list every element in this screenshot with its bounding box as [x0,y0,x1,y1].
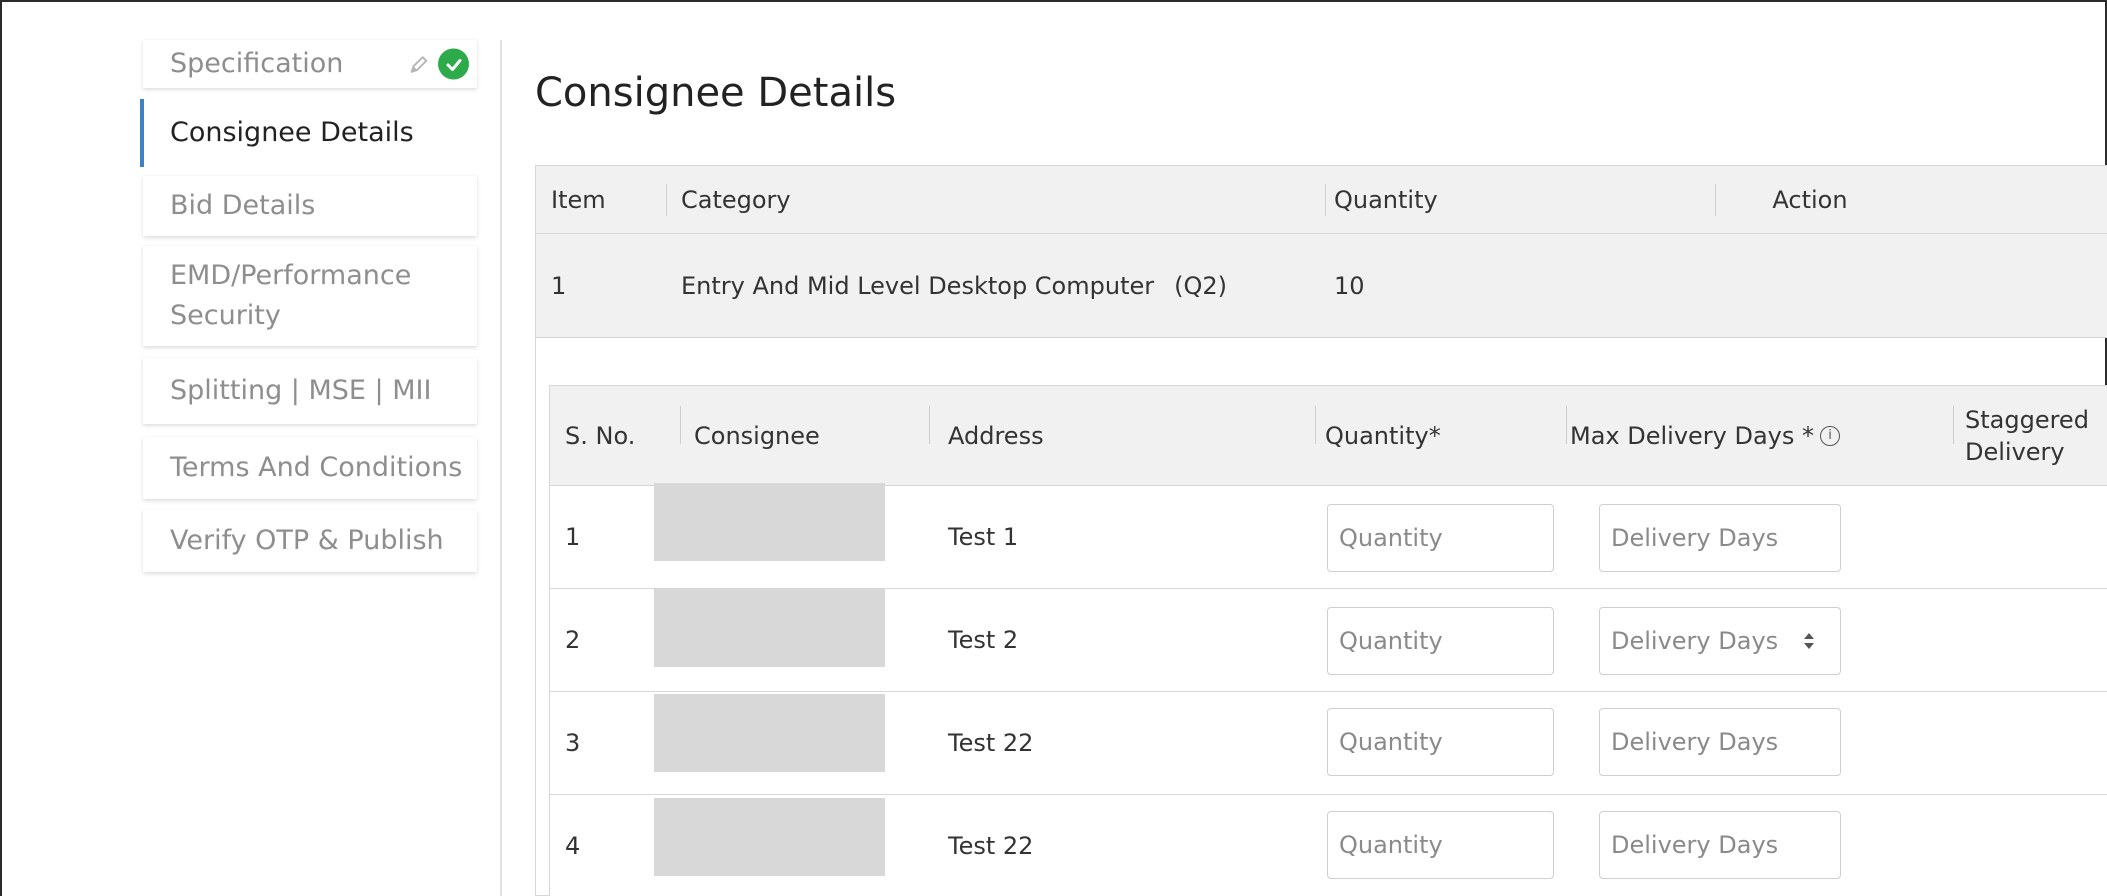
spinner-icon[interactable] [1802,630,1816,652]
sidebar-item-specification[interactable]: Specification [143,40,477,88]
sidebar-item-emd-performance-security[interactable]: EMD/Performance Security [143,246,477,346]
sidebar-item-label: Splitting | MSE | MII [170,375,432,406]
quantity-input[interactable] [1327,607,1554,675]
info-icon[interactable]: i [1820,425,1841,446]
column-separator [1566,406,1567,444]
staggered-line2: Delivery [1965,437,2065,466]
active-indicator [140,99,144,167]
header-max-delivery-days: Max Delivery Days * i [1570,386,1841,485]
pencil-icon[interactable] [408,53,430,75]
header-action: Action [1772,185,1848,214]
check-circle-icon [438,48,469,80]
item-quantity: 10 [1334,271,1365,300]
category-code: (Q2) [1174,271,1227,300]
column-separator [1953,406,1954,444]
sidebar-item-label: EMD/Performance Security [170,260,412,331]
sidebar-item-label: Verify OTP & Publish [170,525,444,556]
row-sno: 1 [565,523,581,551]
sidebar-item-verify-otp-publish[interactable]: Verify OTP & Publish [143,510,477,572]
sidebar-item-label: Bid Details [170,190,316,221]
row-address: Test 22 [948,832,1034,860]
column-separator [680,406,681,444]
column-separator [666,184,667,216]
quantity-input[interactable] [1327,708,1554,776]
header-quantity: Quantity [1334,185,1438,214]
row-address: Test 2 [948,626,1019,654]
redacted-consignee [654,694,885,772]
header-sno: S. No. [565,421,636,450]
item-number: 1 [551,271,567,300]
header-staggered-delivery: Staggered Delivery [1965,386,2089,485]
consignee-table: S. No. Consignee Address Quantity* Max D… [549,385,2107,896]
column-separator [1315,406,1316,444]
sidebar-item-terms-and-conditions[interactable]: Terms And Conditions [143,437,477,499]
redacted-consignee [654,798,885,876]
delivery-days-input[interactable] [1599,504,1841,572]
delivery-days-input[interactable] [1599,708,1841,776]
page-title: Consignee Details [535,70,897,116]
delivery-days-input[interactable] [1599,811,1841,879]
row-sno: 4 [565,832,581,860]
header-address: Address [948,421,1044,450]
item-row: 1 Entry And Mid Level Desktop Computer (… [536,234,2107,338]
sidebar-item-bid-details[interactable]: Bid Details [143,176,477,236]
column-separator [1715,184,1716,216]
header-category: Category [681,185,791,214]
sidebar-item-consignee-details[interactable]: Consignee Details [140,99,477,167]
item-category: Entry And Mid Level Desktop Computer (Q2… [681,234,1227,337]
header-item: Item [551,185,606,214]
redacted-consignee [654,589,885,667]
row-address: Test 22 [948,729,1034,757]
table-row: 3 Test 22 [550,692,2107,795]
quantity-input[interactable] [1327,504,1554,572]
table-row: 4 Test 22 [550,795,2107,896]
item-table-header: Item Category Quantity Action [536,166,2107,234]
redacted-consignee [654,483,885,561]
header-consignee: Consignee [694,421,820,450]
sidebar-item-label: Consignee Details [170,117,414,148]
table-row: 1 Test 1 [550,483,2107,589]
staggered-line1: Staggered [1965,405,2089,434]
column-separator [1325,184,1326,216]
category-name: Entry And Mid Level Desktop Computer [681,271,1155,300]
quantity-input[interactable] [1327,811,1554,879]
sidebar-divider [500,40,502,896]
row-sno: 2 [565,626,581,654]
consignee-table-header: S. No. Consignee Address Quantity* Max D… [550,386,2107,486]
column-separator [929,406,930,444]
sidebar-item-label: Specification [170,48,344,79]
table-row: 2 Test 2 [550,589,2107,692]
header-quantity-required: Quantity* [1325,421,1441,450]
max-delivery-label: Max Delivery Days * [1570,421,1815,450]
row-address: Test 1 [948,523,1019,551]
sidebar-item-label: Terms And Conditions [170,452,463,483]
row-sno: 3 [565,729,581,757]
sidebar-item-splitting-mse-mii[interactable]: Splitting | MSE | MII [143,358,477,424]
